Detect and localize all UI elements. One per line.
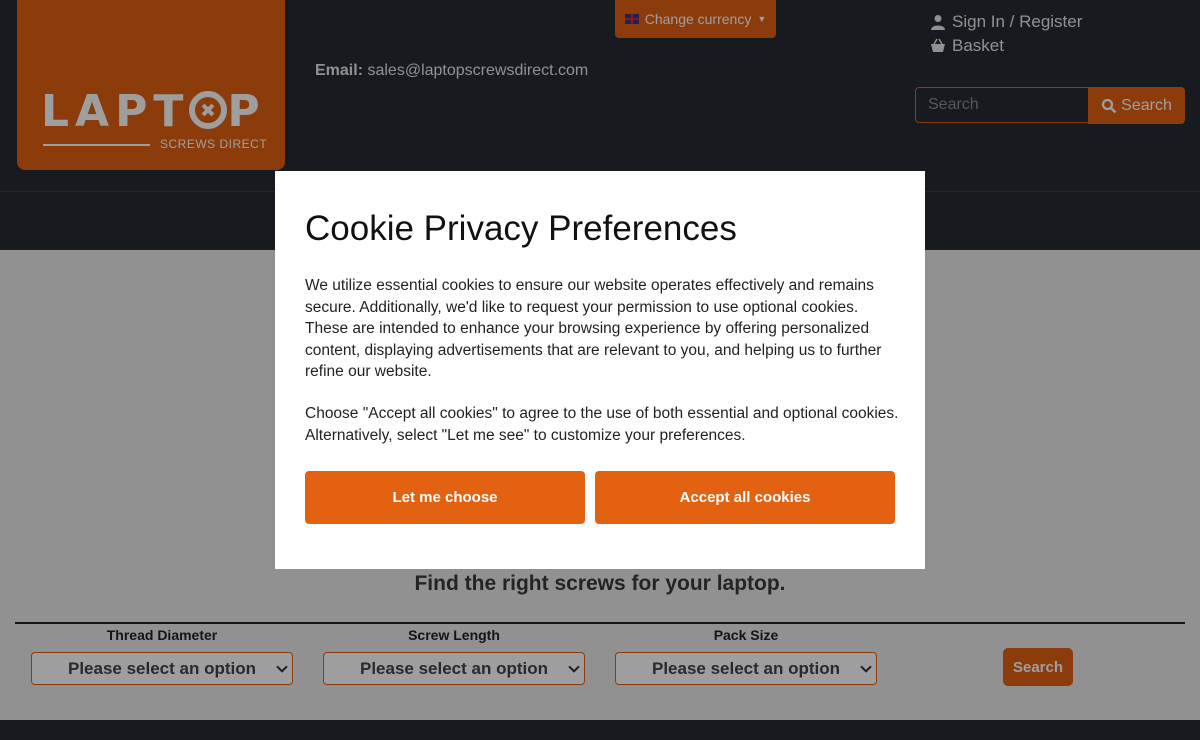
dialog-description: We utilize essential cookies to ensure o… [305, 277, 882, 381]
dialog-instructions: Choose "Accept all cookies" to agree to … [305, 405, 899, 444]
cookie-preferences-dialog: Cookie Privacy Preferences We utilize es… [275, 171, 925, 569]
dialog-title: Cookie Privacy Preferences [305, 209, 737, 248]
let-me-choose-button[interactable]: Let me choose [305, 471, 585, 524]
accept-all-cookies-button[interactable]: Accept all cookies [595, 471, 895, 524]
